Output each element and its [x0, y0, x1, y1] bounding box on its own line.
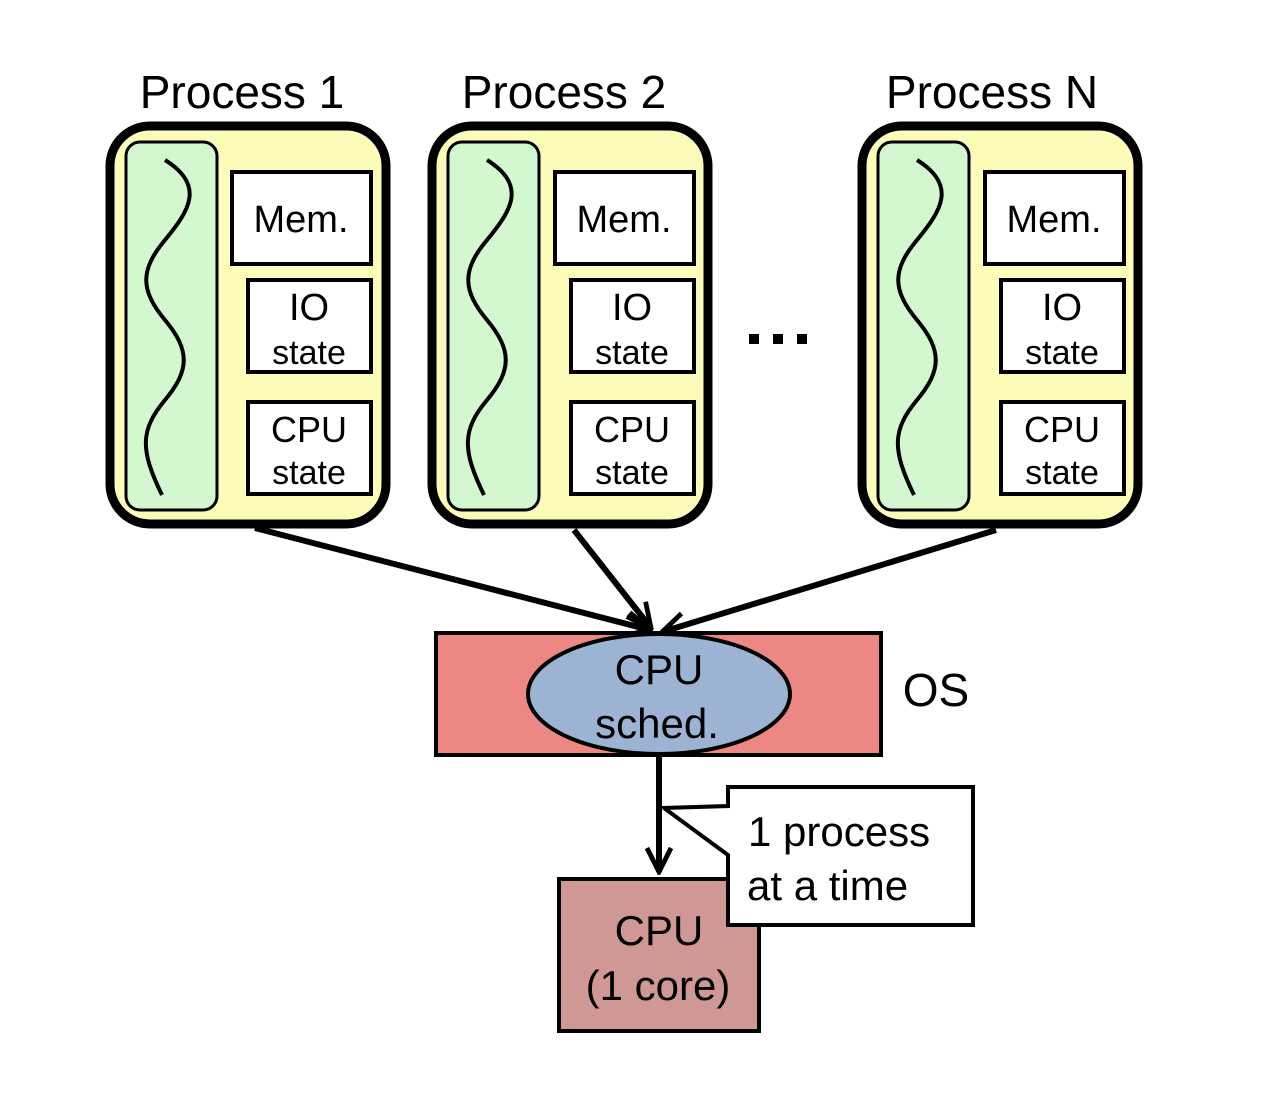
- mem-label: Mem.: [577, 199, 672, 241]
- io-label: IO: [612, 287, 652, 329]
- mem-label: Mem.: [1007, 199, 1102, 241]
- callout-line2: at a time: [747, 862, 908, 909]
- os-layer: CPU sched. OS: [434, 631, 969, 757]
- cpu-label: CPU: [1024, 409, 1100, 450]
- cpu-state-label: state: [272, 454, 346, 492]
- scheduler-label-line1: CPU: [615, 646, 704, 693]
- ellipsis-dot: [773, 334, 783, 344]
- io-label: IO: [289, 287, 329, 329]
- cpu-label: CPU: [594, 409, 670, 450]
- process-1: Process 1 Mem. IO state CPU state: [105, 66, 391, 529]
- cpu-label-line1: CPU: [615, 907, 704, 954]
- arrow-process-1-to-scheduler: [254, 525, 650, 630]
- os-label: OS: [903, 664, 969, 716]
- io-state-label: state: [1025, 334, 1099, 372]
- process-title: Process 2: [462, 66, 667, 118]
- process-scheduling-diagram: Process 1 Mem. IO state CPU state Proces…: [105, 66, 1143, 1033]
- cpu-label: CPU: [271, 409, 347, 450]
- callout-line1: 1 process: [748, 808, 930, 855]
- mem-label: Mem.: [254, 199, 349, 241]
- cpu-state-label: state: [595, 454, 669, 492]
- process-title: Process 1: [140, 66, 345, 118]
- arrow-process-n-to-scheduler: [662, 527, 997, 632]
- cpu-label-line2: (1 core): [586, 962, 731, 1009]
- scheduler-label-line2: sched.: [595, 700, 719, 747]
- process-n: Process N Mem. IO state CPU state: [857, 66, 1143, 529]
- io-state-label: state: [272, 334, 346, 372]
- ellipsis-dot: [797, 334, 807, 344]
- ellipsis: [749, 334, 807, 344]
- io-state-label: state: [595, 334, 669, 372]
- process-title: Process N: [886, 66, 1098, 118]
- ellipsis-dot: [749, 334, 759, 344]
- cpu-state-label: state: [1025, 454, 1099, 492]
- io-label: IO: [1042, 287, 1082, 329]
- process-2: Process 2 Mem. IO state CPU state: [427, 66, 713, 529]
